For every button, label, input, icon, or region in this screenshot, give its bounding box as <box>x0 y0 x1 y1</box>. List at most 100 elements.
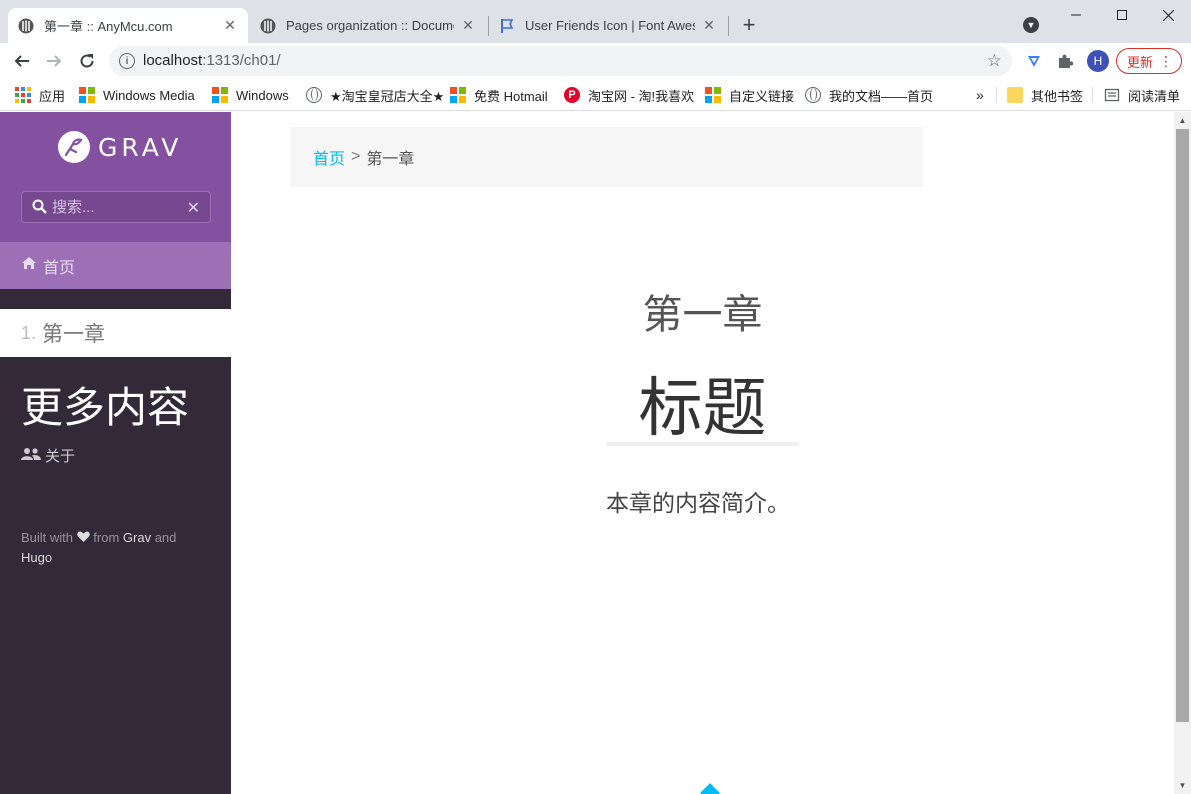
grav-logo-icon <box>58 131 90 163</box>
next-page-marker[interactable] <box>700 783 720 794</box>
search-box: ✕ <box>21 191 211 223</box>
tab-search-icon[interactable]: ▼ <box>1023 17 1039 33</box>
bookmark-label: 其他书签 <box>1031 88 1084 104</box>
bookmark-separator <box>996 87 997 103</box>
bookmark-label: 淘宝网 - 淘!我喜欢 <box>588 88 695 104</box>
bookmark-star-icon[interactable]: ☆ <box>987 51 1002 71</box>
page-viewport: GRAV ✕ 首页 1. 第一章 更多内容 关于 <box>0 112 1191 794</box>
reload-icon[interactable] <box>75 49 99 73</box>
browser-toolbar: i localhost:1313/ch01/ ☆ H 更新 ⋮ <box>0 43 1191 79</box>
scroll-up-arrow-icon[interactable]: ▲ <box>1174 112 1191 129</box>
footer-link-grav[interactable]: Grav <box>123 530 151 545</box>
grav-logo[interactable]: GRAV <box>58 131 182 163</box>
footer-text: and <box>154 530 177 545</box>
footer-text: Built with <box>21 530 74 545</box>
forward-icon[interactable] <box>42 49 66 73</box>
extension-bird-icon[interactable] <box>1024 51 1044 71</box>
address-bar[interactable]: i localhost:1313/ch01/ ☆ <box>109 46 1012 76</box>
bookmark-apps[interactable]: 应用 <box>15 85 65 105</box>
url-path: :1313/ch01/ <box>202 52 281 69</box>
heart-icon <box>76 530 94 545</box>
sidebar: GRAV ✕ 首页 1. 第一章 更多内容 关于 <box>0 112 231 794</box>
bookmark-other[interactable]: 其他书签 <box>1007 85 1083 105</box>
close-window-icon[interactable] <box>1145 0 1191 30</box>
chapter-intro: 本章的内容简介。 <box>606 490 790 516</box>
tab-title: Pages organization :: Documentation <box>286 18 454 33</box>
search-input[interactable] <box>52 197 182 217</box>
maximize-icon[interactable] <box>1099 0 1145 30</box>
new-tab-icon[interactable]: + <box>738 12 760 37</box>
page-scrollbar[interactable]: ▲ ▼ <box>1174 112 1191 794</box>
close-icon[interactable]: ✕ <box>701 17 717 34</box>
scroll-down-arrow-icon[interactable]: ▼ <box>1174 777 1191 794</box>
globe-icon <box>805 87 821 103</box>
back-icon[interactable] <box>10 49 34 73</box>
reading-list-icon <box>1104 87 1120 103</box>
bookmark-windows[interactable]: Windows <box>212 85 289 105</box>
sidebar-item-label: 首页 <box>43 259 76 277</box>
windows-icon <box>79 87 95 103</box>
folder-icon <box>1007 87 1023 103</box>
update-button[interactable]: 更新 ⋮ <box>1116 48 1182 74</box>
bookmark-label: 自定义链接 <box>729 88 795 104</box>
minimize-icon[interactable] <box>1053 0 1099 30</box>
more-bookmarks-chevron-icon[interactable]: » <box>976 85 984 105</box>
grav-favicon-icon <box>18 18 34 34</box>
sidebar-footer: Built with from Grav and Hugo <box>21 528 211 568</box>
page-title: 标题 <box>638 372 767 444</box>
flag-favicon-icon <box>499 18 515 34</box>
update-label: 更新 <box>1127 54 1154 70</box>
apps-icon <box>15 87 31 103</box>
windows-icon <box>705 87 721 103</box>
tab-title: User Friends Icon | Font Awesome <box>525 18 695 33</box>
bookmark-windows-media[interactable]: Windows Media <box>79 85 195 105</box>
home-icon <box>21 256 37 275</box>
windows-icon <box>450 87 466 103</box>
bookmark-label: 我的文档——首页 <box>829 88 934 104</box>
breadcrumb: 首页 > 第一章 <box>291 127 923 187</box>
bookmark-label: Windows Media <box>103 87 195 103</box>
menu-kebab-icon[interactable]: ⋮ <box>1159 52 1173 70</box>
url-host: localhost <box>143 52 203 69</box>
bookmark-custom-links[interactable]: 自定义链接 <box>705 85 794 105</box>
bookmark-taobao-crown[interactable]: ★淘宝皇冠店大全★ <box>306 85 444 105</box>
bookmark-my-docs[interactable]: 我的文档——首页 <box>805 85 933 105</box>
bookmarks-bar: 应用 Windows Media Windows ★淘宝皇冠店大全★ 免费 Ho… <box>0 79 1191 111</box>
tab-pages-organization[interactable]: Pages organization :: Documentation ✕ <box>250 8 486 43</box>
bookmark-label: ★淘宝皇冠店大全★ <box>330 88 445 104</box>
bookmark-reading-list[interactable]: 阅读清单 <box>1104 85 1180 105</box>
globe-icon <box>306 87 322 103</box>
tab-active[interactable]: 第一章 :: AnyMcu.com ✕ <box>8 8 248 43</box>
tab-title: 第一章 :: AnyMcu.com <box>44 19 173 34</box>
sidebar-header: GRAV ✕ <box>0 112 231 242</box>
close-icon[interactable]: ✕ <box>222 17 238 34</box>
tab-separator <box>728 16 729 36</box>
bookmark-separator <box>1092 87 1093 103</box>
windows-icon <box>212 87 228 103</box>
tab-font-awesome[interactable]: User Friends Icon | Font Awesome ✕ <box>489 8 727 43</box>
scrollbar-thumb[interactable] <box>1176 129 1189 722</box>
title-underline <box>606 442 798 446</box>
search-icon <box>32 199 47 219</box>
bookmark-hotmail[interactable]: 免费 Hotmail <box>450 85 548 105</box>
clear-search-icon[interactable]: ✕ <box>187 198 200 218</box>
site-info-icon[interactable]: i <box>119 53 135 69</box>
logo-text: GRAV <box>98 132 183 162</box>
breadcrumb-home-link[interactable]: 首页 <box>313 145 345 169</box>
chapter-subtitle: 第一章 <box>642 293 763 337</box>
profile-avatar[interactable]: H <box>1087 50 1109 72</box>
address-url: localhost:1313/ch01/ <box>143 52 281 69</box>
bookmark-label: Windows <box>236 87 289 103</box>
bookmark-label: 免费 Hotmail <box>474 88 548 104</box>
extensions-puzzle-icon[interactable] <box>1055 51 1075 71</box>
bookmark-taobao[interactable]: P 淘宝网 - 淘!我喜欢 <box>564 85 694 105</box>
grav-favicon-icon <box>260 18 276 34</box>
browser-tabstrip: 第一章 :: AnyMcu.com ✕ Pages organization :… <box>0 0 1191 43</box>
breadcrumb-separator: > <box>351 148 361 165</box>
breadcrumb-current: 第一章 <box>366 151 415 168</box>
footer-text: from <box>93 530 120 545</box>
footer-link-hugo[interactable]: Hugo <box>21 550 52 565</box>
close-icon[interactable]: ✕ <box>460 17 476 34</box>
bookmark-label: 应用 <box>39 88 66 104</box>
taobao-icon: P <box>564 87 580 103</box>
